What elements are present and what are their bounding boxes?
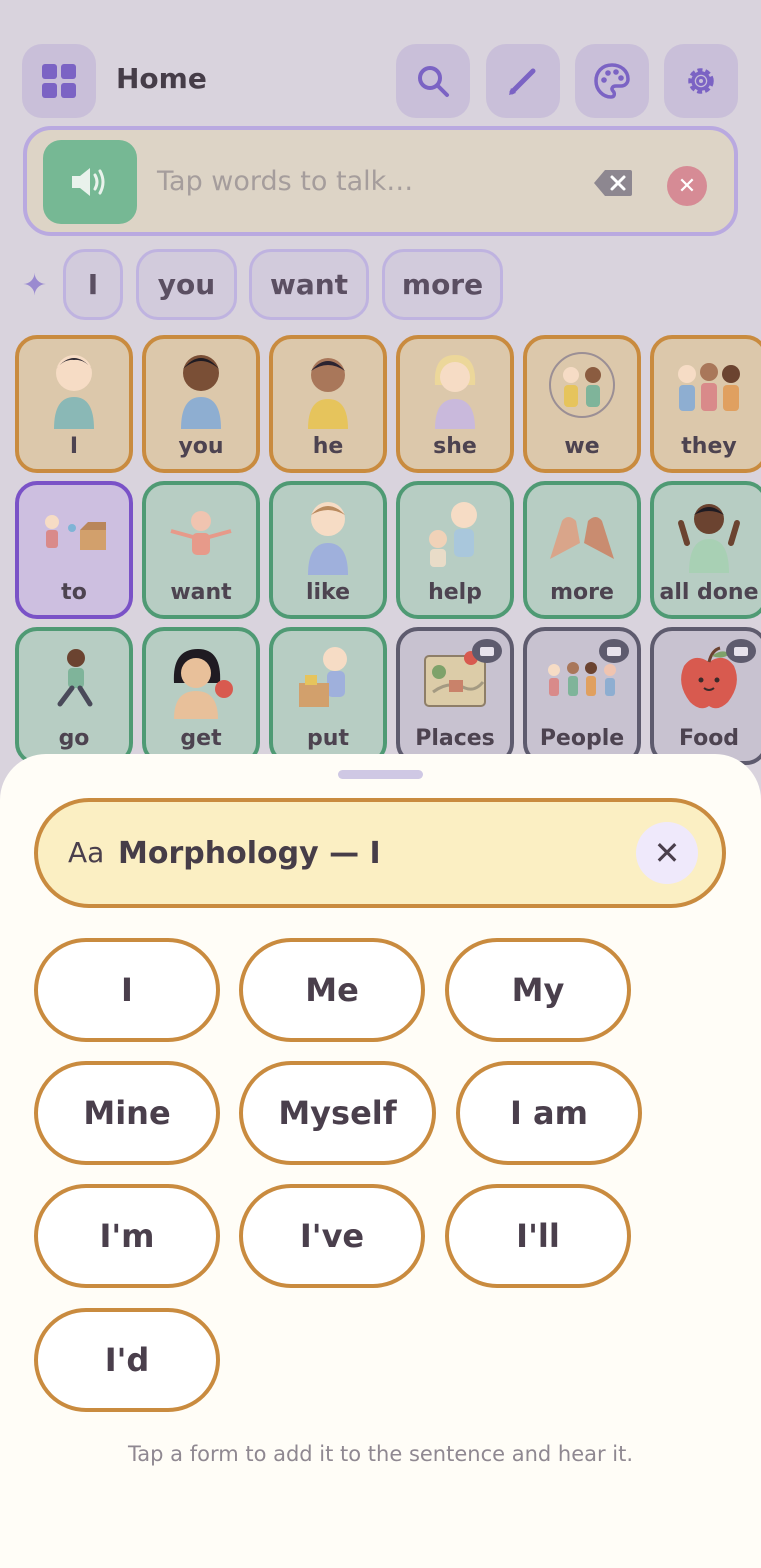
running-kid-icon [19,631,129,726]
form-button-im[interactable]: I'm [34,1184,220,1288]
grid-icon [42,64,76,98]
search-button[interactable] [396,44,470,118]
tile-i[interactable]: I [15,335,133,473]
tile-get[interactable]: get [142,627,260,765]
tile-they[interactable]: they [650,335,761,473]
settings-button[interactable] [664,44,738,118]
sentence-placeholder[interactable]: Tap words to talk… [157,166,413,197]
palette-icon [594,63,630,99]
prediction-chip[interactable]: want [249,249,369,320]
form-button-mine[interactable]: Mine [34,1061,220,1165]
throw-to-box-icon [19,485,129,580]
backspace-button[interactable] [593,168,633,202]
tile-all-done[interactable]: all done [650,481,761,619]
hands-up-kid-icon [654,485,761,580]
speaker-icon [72,168,105,196]
edit-button[interactable] [486,44,560,118]
thumbs-up-kid-icon [273,485,383,580]
tile-put[interactable]: put [269,627,387,765]
helping-kids-icon [400,485,510,580]
tile-help[interactable]: help [396,481,514,619]
boards-button[interactable] [22,44,96,118]
tile-more[interactable]: more [523,481,641,619]
tile-like[interactable]: like [269,481,387,619]
folder-icon [599,639,629,663]
tile-want[interactable]: want [142,481,260,619]
clear-icon: ✕ [677,173,697,199]
form-button-my[interactable]: My [445,938,631,1042]
sheet-title: Morphology — I [118,836,381,871]
backspace-icon [594,170,632,196]
clear-button[interactable]: ✕ [667,166,707,206]
page-title: Home [116,62,207,95]
person-pointing-self-icon [19,339,129,434]
tile-you[interactable]: you [142,335,260,473]
prediction-chip[interactable]: I [63,249,123,320]
sheet-drag-handle[interactable] [338,770,423,779]
form-button-myself[interactable]: Myself [239,1061,436,1165]
sparkle-icon: ✦ [22,268,48,303]
text-format-icon: Aa [68,836,105,869]
folder-icon [472,639,502,663]
tile-go[interactable]: go [15,627,133,765]
sentence-bar: Tap words to talk… ✕ [23,126,738,236]
folder-icon [726,639,756,663]
form-button-i-am[interactable]: I am [456,1061,642,1165]
girl-with-apple-icon [146,631,256,726]
sheet-header: Aa Morphology — I ✕ [34,798,726,908]
form-button-ive[interactable]: I've [239,1184,425,1288]
speak-button[interactable] [43,140,137,224]
tile-we[interactable]: we [523,335,641,473]
search-icon [418,66,449,97]
prediction-chip[interactable]: you [136,249,237,320]
morphology-sheet: Aa Morphology — I ✕ I Me My Mine Myself … [0,754,761,1568]
person-pointing-icon [146,339,256,434]
gear-icon [688,68,714,94]
theme-button[interactable] [575,44,649,118]
two-kids-icon [527,339,637,434]
pencil-icon [509,68,536,95]
top-bar: Home [0,0,761,125]
prediction-chip[interactable]: more [382,249,503,320]
tile-she[interactable]: she [396,335,514,473]
form-button-i[interactable]: I [34,938,220,1042]
form-button-me[interactable]: Me [239,938,425,1042]
more-hands-icon [527,485,637,580]
girl-icon [400,339,510,434]
sheet-hint: Tap a form to add it to the sentence and… [127,1442,634,1466]
kid-with-box-icon [273,631,383,726]
folder-places[interactable]: Places [396,627,514,765]
group-icon [654,339,761,434]
form-button-id[interactable]: I'd [34,1308,220,1412]
folder-people[interactable]: People [523,627,641,765]
tile-he[interactable]: he [269,335,387,473]
close-button[interactable]: ✕ [636,822,698,884]
form-button-ill[interactable]: I'll [445,1184,631,1288]
tile-to[interactable]: to [15,481,133,619]
close-icon: ✕ [653,834,681,872]
folder-food[interactable]: Food [650,627,761,765]
reaching-person-icon [146,485,256,580]
boy-icon [273,339,383,434]
